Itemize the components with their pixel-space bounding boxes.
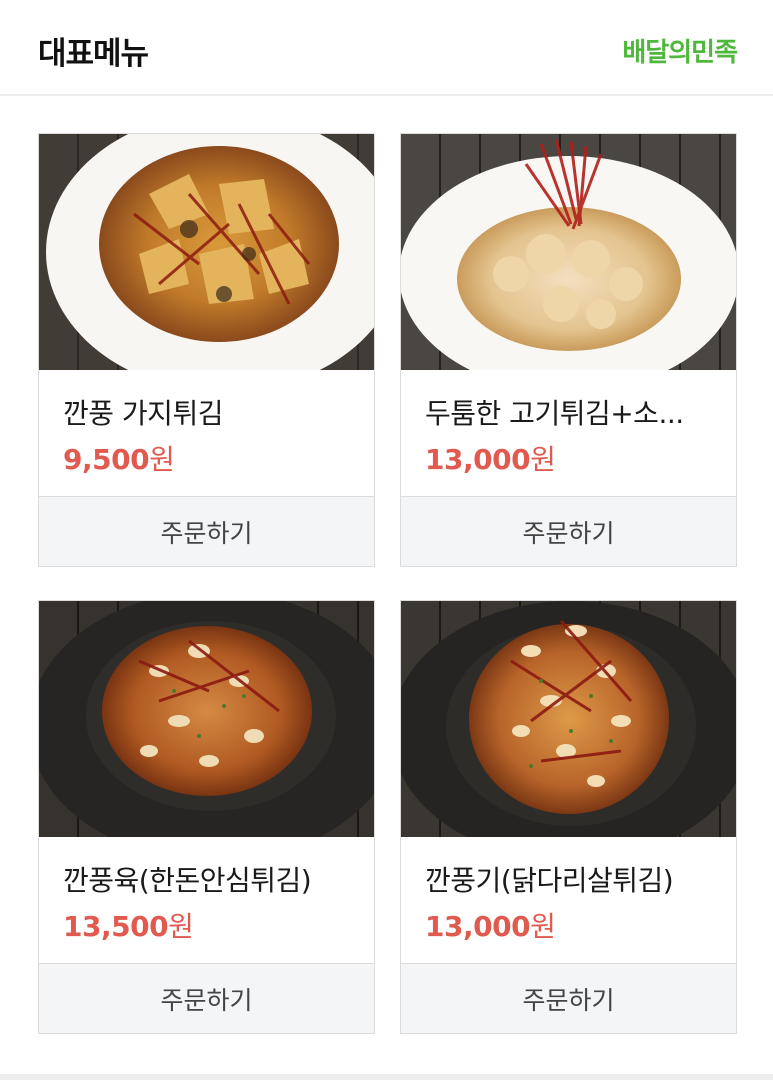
menu-card-pork-fritter[interactable]: 두툼한 고기튀김+소... 13,000원 주문하기 — [400, 133, 737, 567]
price-unit: 원 — [530, 910, 556, 943]
bottom-divider — [0, 1074, 773, 1080]
price-amount: 13,000 — [425, 443, 531, 476]
menu-item-name[interactable]: 깐풍육(한돈안심튀김) — [63, 859, 353, 899]
menu-item-name[interactable]: 깐풍기(닭다리살튀김) — [425, 859, 715, 899]
price-amount: 13,000 — [425, 910, 531, 943]
food-photo-kkanpung-pork[interactable] — [39, 601, 374, 837]
price-unit: 원 — [168, 910, 194, 943]
menu-item-price: 13,500원 — [63, 905, 194, 945]
menu-item-name[interactable]: 깐풍 가지튀김 — [63, 392, 353, 432]
menu-header: 대표메뉴 배달의민족 — [0, 0, 773, 96]
menu-card-eggplant[interactable]: 깐풍 가지튀김 9,500원 주문하기 — [38, 133, 375, 567]
menu-card-kkanpung-pork[interactable]: 깐풍육(한돈안심튀김) 13,500원 주문하기 — [38, 600, 375, 1034]
price-amount: 9,500 — [63, 443, 150, 476]
order-button[interactable]: 주문하기 — [39, 496, 374, 566]
price-amount: 13,500 — [63, 910, 169, 943]
menu-item-price: 13,000원 — [425, 905, 556, 945]
price-unit: 원 — [149, 443, 175, 476]
food-photo-pork-fritter[interactable] — [401, 134, 736, 370]
menu-item-name[interactable]: 두툼한 고기튀김+소... — [425, 392, 715, 432]
brand-link[interactable]: 배달의민족 — [622, 32, 738, 69]
order-button[interactable]: 주문하기 — [401, 496, 736, 566]
order-button[interactable]: 주문하기 — [401, 963, 736, 1033]
order-button[interactable]: 주문하기 — [39, 963, 374, 1033]
food-photo-eggplant[interactable] — [39, 134, 374, 370]
menu-item-price: 9,500원 — [63, 438, 175, 478]
page-title: 대표메뉴 — [38, 36, 149, 72]
price-unit: 원 — [530, 443, 556, 476]
menu-item-price: 13,000원 — [425, 438, 556, 478]
menu-card-kkanpung-chicken[interactable]: 깐풍기(닭다리살튀김) 13,000원 주문하기 — [400, 600, 737, 1034]
food-photo-kkanpung-chicken[interactable] — [401, 601, 736, 837]
